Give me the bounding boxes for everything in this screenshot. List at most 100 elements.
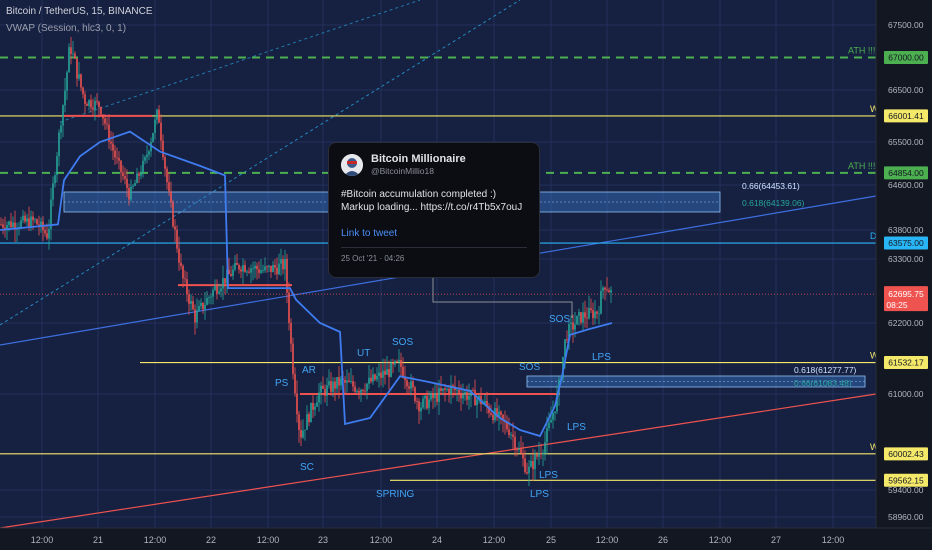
candle-body [420,407,422,412]
candle-body [602,287,604,291]
price-tick: 58960.00 [888,512,924,522]
candle-body [518,448,520,451]
candle-body [418,401,420,412]
candle-body [54,175,56,184]
candle-body [118,157,120,161]
candle-body [526,472,528,474]
candle-body [300,430,302,438]
price-tag-text: 66001.41 [888,111,924,121]
candle-body [406,380,408,387]
candle-body [540,453,542,455]
candle-body [394,361,396,365]
candle-body [382,370,384,378]
candle-body [344,380,346,383]
candle-body [346,380,348,383]
time-tick: 21 [93,535,103,545]
candle-body [270,265,272,273]
candle-body [430,393,432,400]
candle-body [490,412,492,415]
candle-body [208,297,210,299]
candle-body [384,370,386,375]
candle-body [380,372,382,378]
candle-body [204,304,206,310]
candle-body [468,396,470,400]
candle-body [600,290,602,314]
candle-body [516,449,518,451]
candle-body [232,269,234,276]
price-tag-text: 67000.00 [888,53,924,63]
candle-body [408,386,410,389]
candle-body [24,215,26,222]
candle-body [334,381,336,389]
candle-body [262,270,264,272]
candle-body [598,313,600,315]
candle-body [96,100,98,102]
wyckoff-label: SOS [392,337,413,348]
avatar [341,153,363,176]
candle-body [352,381,354,387]
time-tick: 12:00 [709,535,732,545]
candle-body [572,322,574,330]
tweet-text: #Bitcoin accumulation completed :) Marku… [341,189,523,213]
candle-body [508,429,510,435]
candle-body [168,182,170,192]
candle-body [230,274,232,276]
candle-body [532,461,534,470]
wyckoff-label: SPRING [376,489,415,500]
candle-body [44,230,46,234]
candle-body [158,109,160,123]
candle-body [592,310,594,319]
candle-body [48,229,50,239]
price-tick: 64600.00 [888,180,924,190]
candle-body [60,125,62,133]
candle-body [64,90,66,106]
tweet-link[interactable]: Link to tweet [341,228,527,239]
candle-body [582,312,584,323]
candle-body [154,119,156,134]
candle-body [376,375,378,380]
tweet-card[interactable]: Bitcoin Millionaire @BitcoinMillio18 #Bi… [328,142,540,278]
candle-body [474,390,476,406]
wyckoff-label: SOS [519,362,540,373]
candle-body [34,219,36,221]
candle-body [94,100,96,110]
candle-body [240,269,242,272]
candle-body [166,168,168,183]
candle-body [350,381,352,383]
candle-body [184,278,186,280]
candle-body [110,141,112,144]
candle-body [244,265,246,272]
time-tick: 12:00 [370,535,393,545]
candle-body [436,393,438,402]
candle-body [314,406,316,410]
candle-body [68,47,70,73]
candle-body [362,389,364,392]
price-tag-text: 63575.00 [888,238,924,248]
time-tick: 12:00 [31,535,54,545]
time-tick: 27 [771,535,781,545]
candle-body [552,413,554,420]
time-tick: 23 [318,535,328,545]
candle-body [500,411,502,415]
candle-body [132,185,134,187]
candle-body [260,270,262,273]
price-tag-text: 64854.00 [888,168,924,178]
candle-body [332,381,334,392]
candle-body [522,453,524,459]
candle-body [122,172,124,177]
candle-body [78,74,80,79]
price-axis [876,0,932,550]
candle-body [586,317,588,319]
candle-body [202,302,204,310]
candle-body [588,308,590,319]
price-tick: 65500.00 [888,137,924,147]
candle-body [152,133,154,143]
candle-body [100,107,102,115]
candle-body [76,58,78,79]
fib-label-top: 0.618(61277.77) [794,365,857,375]
candle-body [356,391,358,392]
fib-label-bottom: 0.66(61083.48) [794,378,852,388]
candle-body [180,262,182,266]
candle-body [172,202,174,227]
candle-body [66,72,68,91]
